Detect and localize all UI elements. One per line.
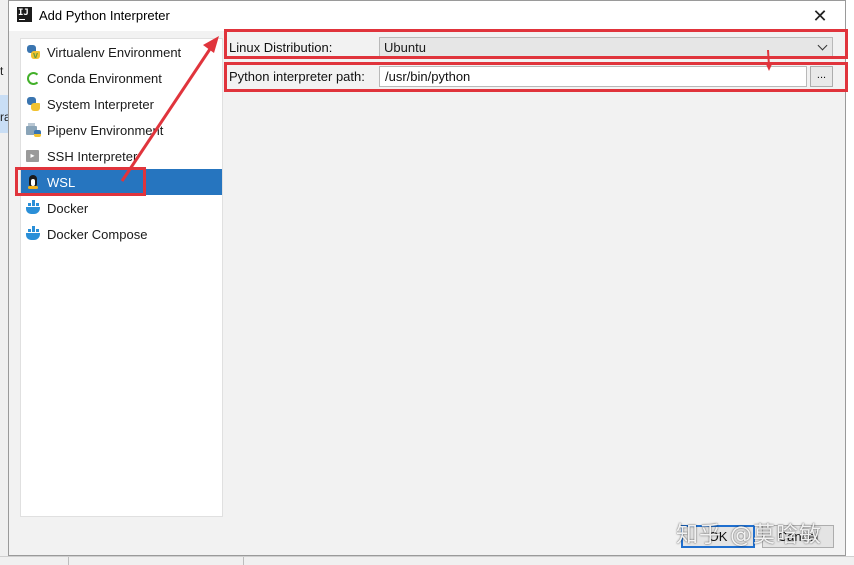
list-item-label: Virtualenv Environment xyxy=(47,44,182,60)
annotation-box-wsl xyxy=(15,167,146,196)
list-item-docker-compose[interactable]: Docker Compose xyxy=(21,221,222,247)
title-bar: IJ Add Python Interpreter ✕ xyxy=(9,1,845,31)
list-item-ssh-interpreter[interactable]: ▸ SSH Interpreter xyxy=(21,143,222,169)
python-icon xyxy=(25,96,41,112)
docker-compose-icon xyxy=(25,226,41,242)
annotation-box-distribution xyxy=(224,29,848,59)
list-item-label: SSH Interpreter xyxy=(47,148,138,164)
virtualenv-icon: v xyxy=(25,44,41,60)
list-item-virtualenv[interactable]: v Virtualenv Environment xyxy=(21,39,222,65)
list-item-label: System Interpreter xyxy=(47,96,154,112)
zhihu-watermark: 知乎 @莫晗敏 xyxy=(676,523,822,548)
list-item-label: Conda Environment xyxy=(47,70,162,86)
list-item-label: Docker Compose xyxy=(47,226,148,242)
list-item-docker[interactable]: Docker xyxy=(21,195,222,221)
list-item-conda[interactable]: Conda Environment xyxy=(21,65,222,91)
intellij-app-icon: IJ xyxy=(17,7,32,22)
list-item-pipenv[interactable]: Pipenv Environment xyxy=(21,117,222,143)
interpreter-type-list: v Virtualenv Environment Conda Environme… xyxy=(20,38,223,517)
list-item-system-interpreter[interactable]: System Interpreter xyxy=(21,91,222,117)
list-item-label: Docker xyxy=(47,200,89,216)
close-button[interactable]: ✕ xyxy=(805,3,835,29)
dialog-title: Add Python Interpreter xyxy=(39,8,170,23)
ssh-icon: ▸ xyxy=(25,148,41,164)
docker-icon xyxy=(25,200,41,216)
annotation-box-interpreter-path xyxy=(224,62,848,92)
background-edge-text: t xyxy=(0,64,4,78)
conda-icon xyxy=(25,70,41,86)
list-item-label: Pipenv Environment xyxy=(47,122,164,138)
pipenv-icon xyxy=(25,122,41,138)
